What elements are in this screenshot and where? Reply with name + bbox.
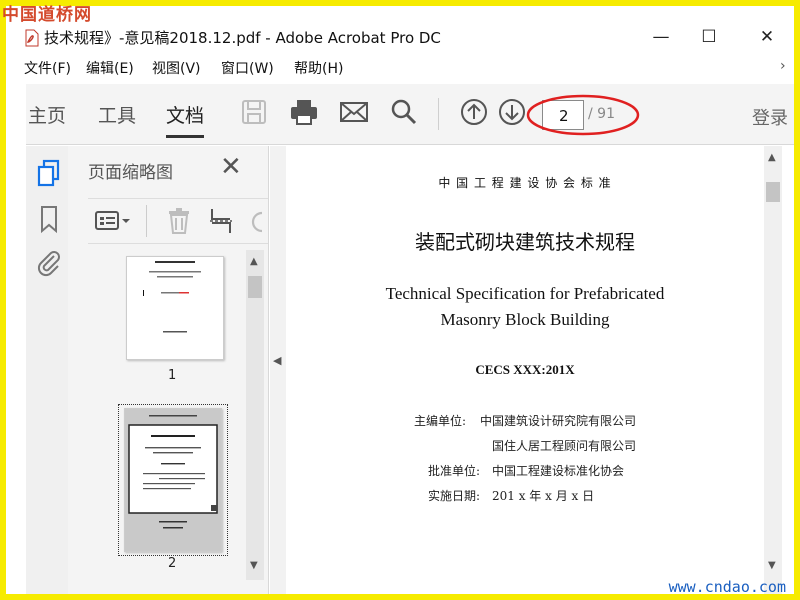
menu-edit[interactable]: 编辑(E) <box>86 58 134 78</box>
main-toolbar: 主页 工具 文档 2 / 91 登录 <box>26 84 794 145</box>
pdf-icon <box>24 29 40 47</box>
tab-tools[interactable]: 工具 <box>98 101 136 128</box>
acrobat-window: 技术规程》-意见稿2018.12.pdf - Adobe Acrobat Pro… <box>6 6 794 594</box>
panel-tools-divider <box>146 205 147 237</box>
page-thumbnails-icon[interactable] <box>36 158 62 188</box>
scroll-down-icon[interactable]: ▼ <box>250 560 258 571</box>
minimize-button[interactable]: — <box>638 24 684 50</box>
doc-scroll-thumb[interactable] <box>766 182 780 202</box>
page-thumbnails-panel: 页面缩略图 ✕ 1 2 ▲ ▼ <box>68 146 269 594</box>
menu-window[interactable]: 窗口(W) <box>221 58 274 78</box>
approval-value: 中国工程建设标准化协会 <box>492 464 625 478</box>
page-up-icon[interactable] <box>458 96 490 128</box>
highlight-ellipse <box>526 94 640 136</box>
window-title: 技术规程》-意见稿2018.12.pdf - Adobe Acrobat Pro… <box>44 29 441 47</box>
title-bar: 技术规程》-意见稿2018.12.pdf - Adobe Acrobat Pro… <box>6 22 794 52</box>
page-1-preview <box>143 261 201 333</box>
effective-value: 201 x 年 x 月 x 日 <box>492 489 595 503</box>
navigation-rail <box>26 146 71 594</box>
thumbnail-label-2: 2 <box>168 556 177 571</box>
panel-collapse-strip[interactable]: ◀ <box>270 146 286 594</box>
save-icon[interactable] <box>238 96 270 128</box>
watermark-url: www.cndao.com <box>668 578 786 596</box>
menu-bar: 文件(F) 编辑(E) 视图(V) 窗口(W) 帮助(H) › <box>6 58 794 80</box>
rotate-icon[interactable] <box>248 207 268 239</box>
scroll-thumb[interactable] <box>248 276 262 298</box>
thumbnail-list[interactable]: 1 2 <box>68 250 268 594</box>
menu-help[interactable]: 帮助(H) <box>294 58 343 78</box>
doc-association: 中 国 工 程 建 设 协 会 标 准 <box>438 176 612 190</box>
delete-page-icon[interactable] <box>166 207 192 239</box>
search-icon[interactable] <box>388 96 420 128</box>
toolbar-divider <box>438 98 439 130</box>
close-button[interactable]: ✕ <box>744 24 790 50</box>
thumbnail-options-icon[interactable] <box>94 209 132 237</box>
doc-title-en-2: Masonry Block Building <box>440 310 610 329</box>
doc-code: CECS XXX:201X <box>475 362 575 377</box>
chief-editor-2: 国住人居工程顾问有限公司 <box>492 439 637 453</box>
page-thumbnail-2[interactable] <box>124 408 222 552</box>
mail-icon[interactable] <box>338 96 370 128</box>
panel-toolbar <box>88 198 268 244</box>
login-button[interactable]: 登录 <box>752 104 788 130</box>
document-view: 中 国 工 程 建 设 协 会 标 准 装配式砌块建筑技术规程 Technica… <box>286 146 764 594</box>
watermark-logo: 中国道桥网 <box>2 5 92 25</box>
menu-view[interactable]: 视图(V) <box>152 58 201 78</box>
maximize-button[interactable]: ☐ <box>686 24 732 50</box>
doc-scroll-down-icon[interactable]: ▼ <box>768 560 776 571</box>
page-2-preview <box>125 409 221 551</box>
crop-pages-icon[interactable] <box>208 207 234 239</box>
page-thumbnail-1[interactable] <box>126 256 224 360</box>
chief-editor-1: 中国建筑设计研究院有限公司 <box>480 414 637 428</box>
print-icon[interactable] <box>288 96 320 128</box>
doc-title-cn: 装配式砌块建筑技术规程 <box>415 230 635 254</box>
panel-close-icon[interactable]: ✕ <box>220 152 242 182</box>
tab-document[interactable]: 文档 <box>166 101 205 138</box>
approval-label: 批准单位: <box>428 464 481 478</box>
scroll-up-icon[interactable]: ▲ <box>250 256 258 267</box>
bookmark-icon[interactable] <box>36 204 62 234</box>
effective-label: 实施日期: <box>428 489 481 503</box>
attachment-icon[interactable] <box>36 248 62 278</box>
collapse-panel-icon[interactable]: ◀ <box>273 354 281 367</box>
document-scrollbar[interactable]: ▲ ▼ <box>764 146 782 594</box>
chief-editor-label: 主编单位: <box>414 414 467 428</box>
panel-title: 页面缩略图 <box>88 163 173 183</box>
menu-file[interactable]: 文件(F) <box>24 58 71 78</box>
tab-home[interactable]: 主页 <box>28 101 66 128</box>
thumbnail-scrollbar[interactable]: ▲ ▼ <box>246 250 264 580</box>
thumbnail-label-1: 1 <box>168 368 177 383</box>
menu-overflow-icon[interactable]: › <box>780 58 786 74</box>
doc-scroll-up-icon[interactable]: ▲ <box>768 152 776 163</box>
doc-title-en-1: Technical Specification for Prefabricate… <box>385 284 665 303</box>
